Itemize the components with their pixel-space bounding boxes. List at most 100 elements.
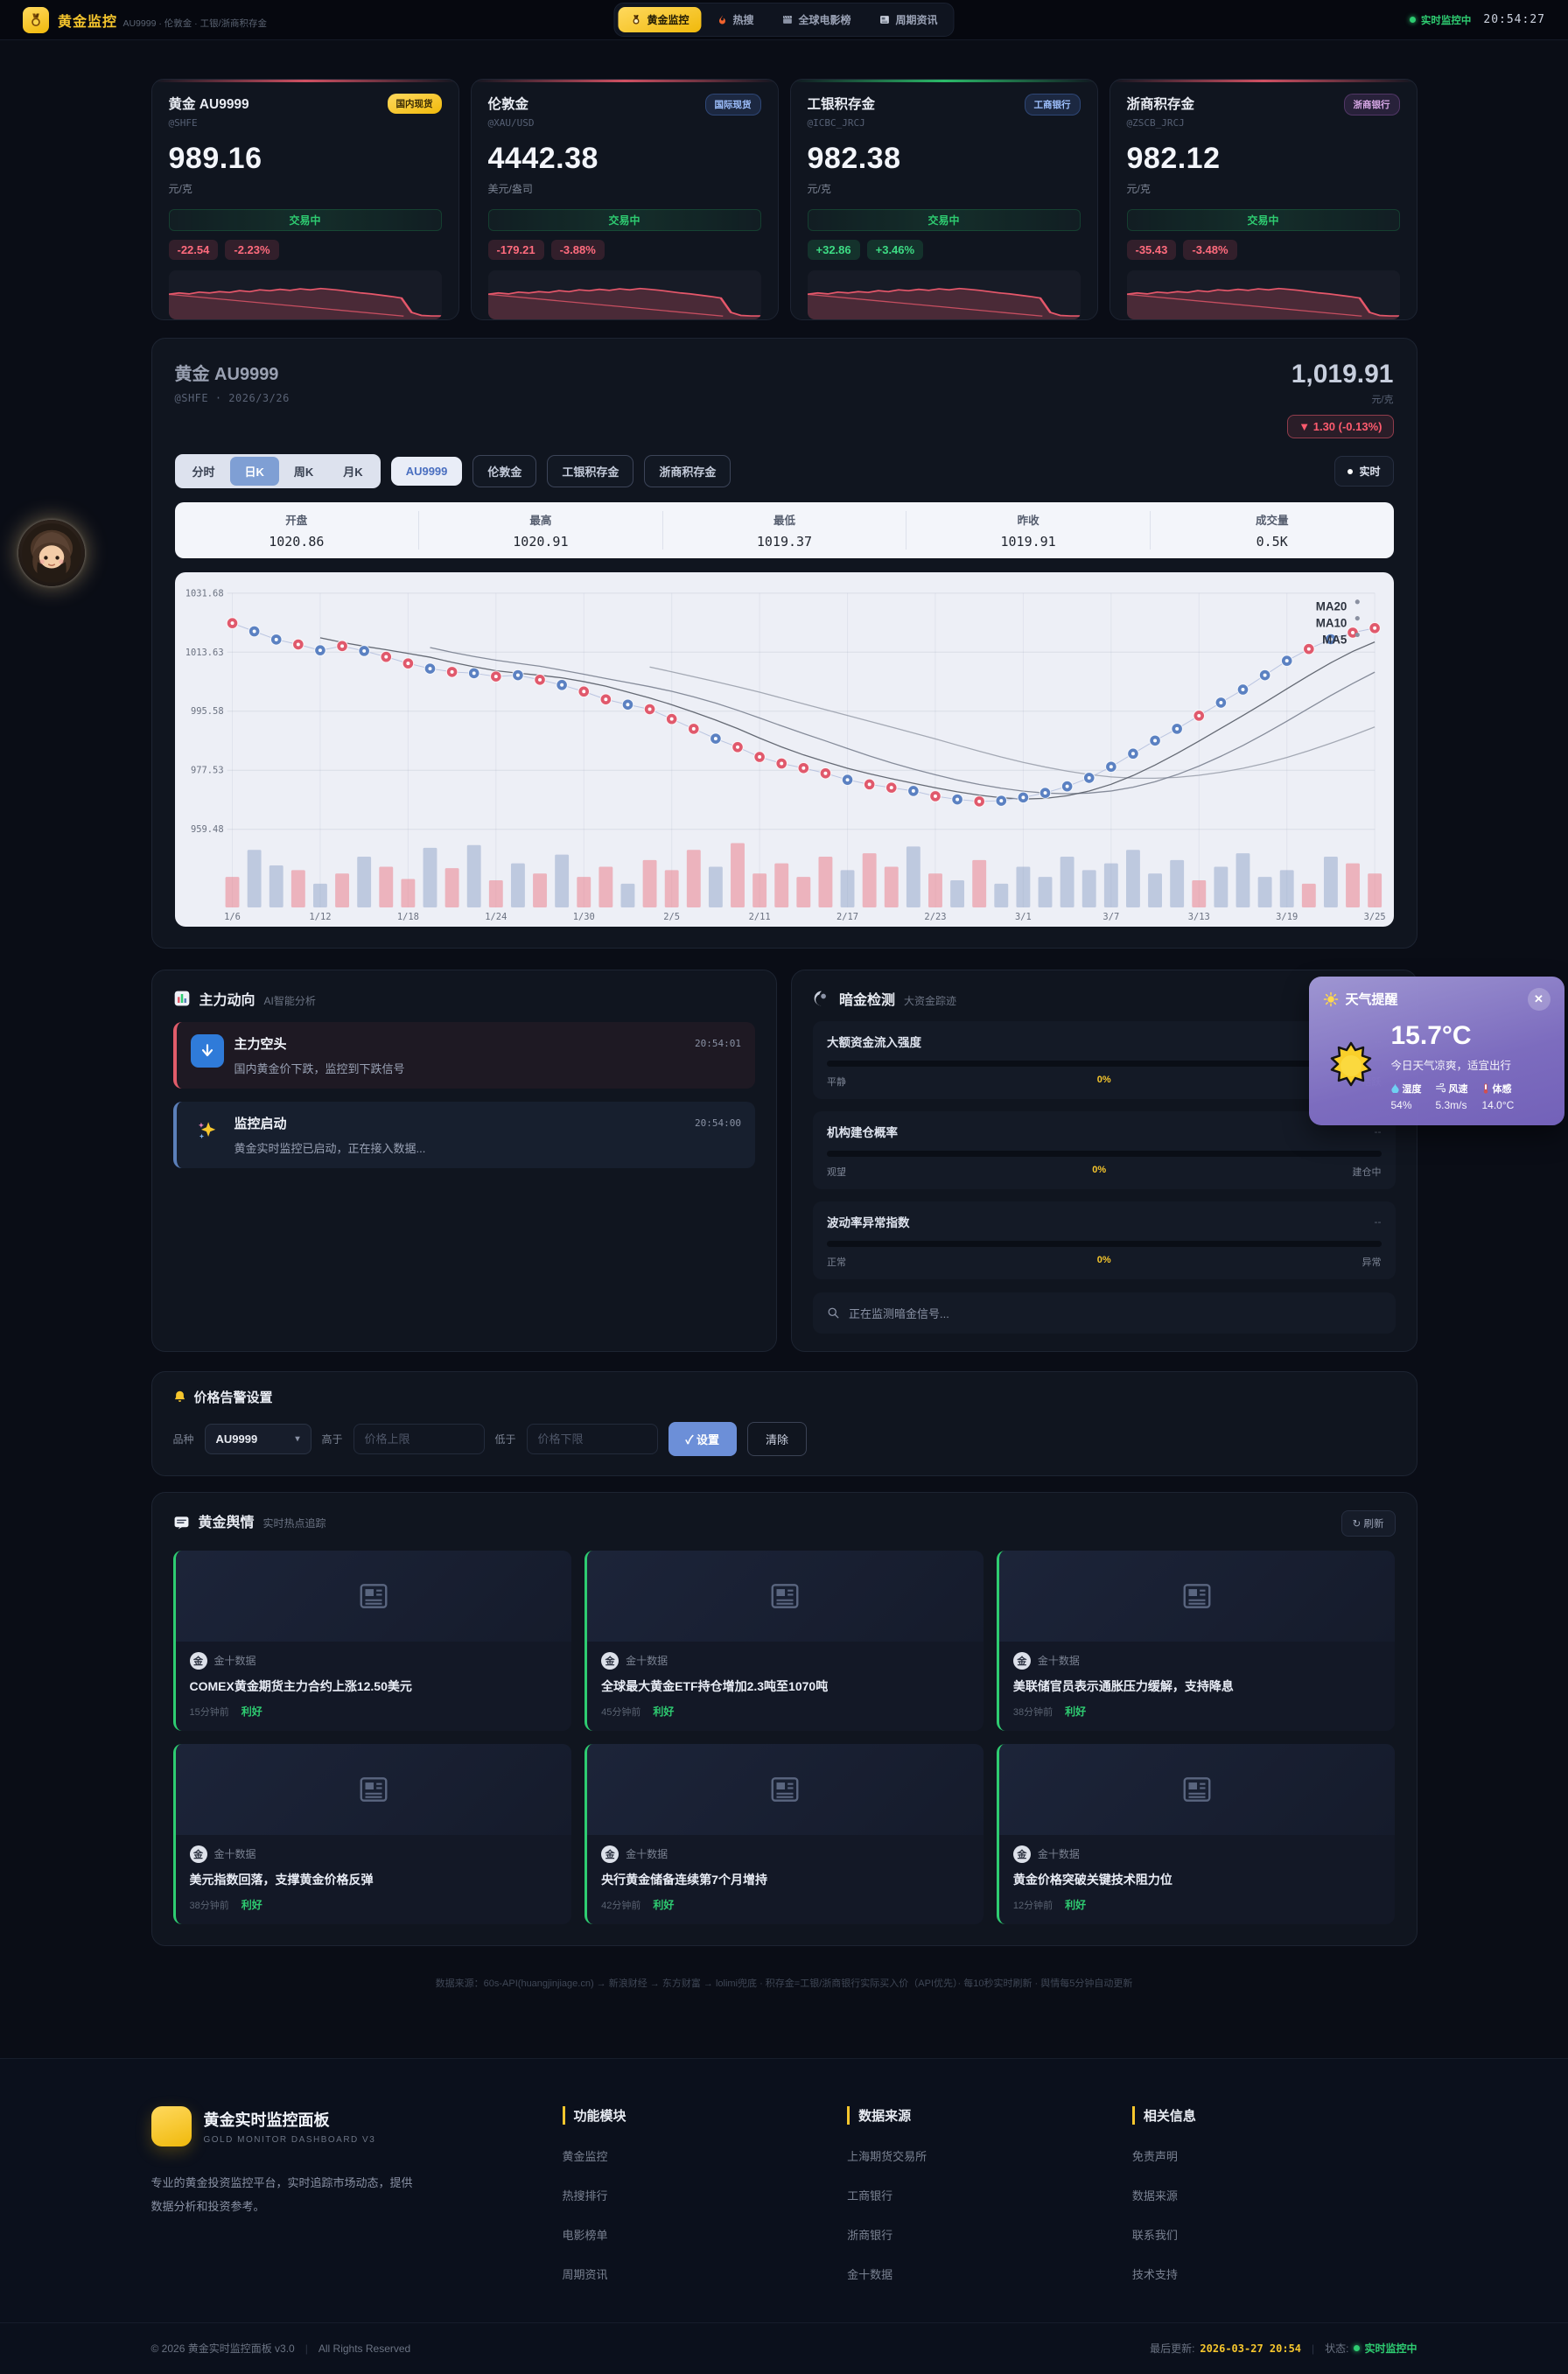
rights: All Rights Reserved bbox=[318, 2342, 410, 2355]
svg-text:1/30: 1/30 bbox=[572, 912, 594, 922]
chart-change-badge: ▼ 1.30 (-0.13%) bbox=[1287, 415, 1393, 438]
footer-link[interactable]: 工商银行 bbox=[847, 2187, 1132, 2203]
footer-link[interactable]: 免责声明 bbox=[1132, 2147, 1418, 2164]
session-badge: 交易中 bbox=[169, 209, 442, 231]
sun-small-icon bbox=[1323, 991, 1339, 1007]
clear-alert-button[interactable]: 清除 bbox=[747, 1422, 807, 1456]
news-item[interactable]: 金金十数据 美元指数回落，支撑黄金价格反弹 38分钟前利好 bbox=[173, 1744, 572, 1924]
session-badge: 交易中 bbox=[808, 209, 1081, 231]
news-thumbnail bbox=[587, 1744, 984, 1835]
message-icon bbox=[173, 1515, 190, 1531]
avatar-girl-icon bbox=[21, 522, 82, 584]
nav-status-area: 实时监控中 20:54:27 bbox=[1410, 13, 1545, 27]
news-tag: 利好 bbox=[242, 1899, 262, 1911]
stat-card-icbc-gold: 工银积存金 @ICBC_JRCJ 工商银行 982.38 元/克 交易中 +32… bbox=[790, 79, 1098, 320]
footer-link[interactable]: 上海期货交易所 bbox=[847, 2147, 1132, 2164]
brand: 黄金监控 AU9999 · 伦敦金 · 工银/浙商积存金 bbox=[23, 7, 267, 33]
close-icon[interactable]: ✕ bbox=[1528, 988, 1550, 1011]
stat-title: 工银积存金 bbox=[808, 94, 876, 113]
panel-title: 主力动向 bbox=[200, 988, 256, 1009]
stat-code: @SHFE bbox=[169, 117, 249, 129]
footer-link[interactable]: 技术支持 bbox=[1132, 2265, 1418, 2282]
footer-logo bbox=[151, 2106, 192, 2146]
nav-tab-global-movies[interactable]: 全球电影榜 bbox=[770, 7, 864, 32]
ohlc-stats-bar: 开盘1020.86 最高1020.91 最低1019.37 昨收1019.91 … bbox=[175, 502, 1394, 558]
variety-select[interactable]: AU9999 ▾ bbox=[205, 1424, 312, 1454]
footer-link[interactable]: 数据来源 bbox=[1132, 2187, 1418, 2203]
svg-text:1/24: 1/24 bbox=[485, 912, 507, 922]
svg-text:995.58: 995.58 bbox=[191, 706, 224, 717]
news-subtitle: 实时热点追踪 bbox=[263, 1516, 326, 1530]
signal-time: 20:54:01 bbox=[695, 1038, 741, 1049]
signal-item-short[interactable]: 主力空头 20:54:01 国内黄金价下跌，监控到下跌信号 bbox=[173, 1022, 756, 1089]
newspaper-icon bbox=[768, 1579, 802, 1613]
news-item[interactable]: 金金十数据 黄金价格突破关键技术阻力位 12分钟前利好 bbox=[997, 1744, 1396, 1924]
assistant-avatar[interactable] bbox=[18, 520, 85, 586]
bell-icon bbox=[173, 1390, 186, 1404]
live-status: 实时监控中 bbox=[1410, 13, 1472, 27]
stat-price: 4442.38 bbox=[488, 142, 761, 176]
source-badge: 金 bbox=[190, 1845, 207, 1863]
stat-unit: 元/克 bbox=[808, 181, 1081, 196]
stat-card-au9999: 黄金 AU9999 @SHFE 国内现货 989.16 元/克 交易中 -22.… bbox=[151, 79, 459, 320]
nav-tab-cycle-news[interactable]: 周期资讯 bbox=[867, 7, 950, 32]
symbol-tab-icbc[interactable]: 工银积存金 bbox=[547, 455, 634, 487]
refresh-button[interactable]: ↻ 刷新 bbox=[1341, 1510, 1396, 1537]
stat-label: 成交量 bbox=[1151, 511, 1394, 528]
footer-col-modules: 功能模块 黄金监控 热搜排行 电影榜单 周期资讯 bbox=[563, 2106, 848, 2282]
chevron-down-icon: ▾ bbox=[295, 1434, 299, 1444]
realtime-badge: 实时 bbox=[1334, 456, 1393, 487]
updated-time: 2026-03-27 20:54 bbox=[1200, 2342, 1301, 2355]
stat-card-row: 黄金 AU9999 @SHFE 国内现货 989.16 元/克 交易中 -22.… bbox=[151, 79, 1418, 320]
footer-link[interactable]: 黄金监控 bbox=[563, 2147, 848, 2164]
signal-title: 主力空头 bbox=[234, 1034, 287, 1053]
svg-text:3/13: 3/13 bbox=[1187, 912, 1209, 922]
svg-text:977.53: 977.53 bbox=[191, 766, 224, 776]
session-badge: 交易中 bbox=[488, 209, 761, 231]
symbol-tab-au9999[interactable]: AU9999 bbox=[391, 457, 463, 486]
news-time: 15分钟前 bbox=[190, 1707, 229, 1718]
swirl-icon bbox=[813, 990, 830, 1007]
signal-item-monitor-start[interactable]: 监控启动 20:54:00 黄金实时监控已启动，正在接入数据... bbox=[173, 1102, 756, 1168]
news-item[interactable]: 金金十数据 央行黄金储备连续第7个月增持 42分钟前利好 bbox=[584, 1744, 984, 1924]
svg-text:2/5: 2/5 bbox=[663, 912, 680, 922]
footer-link[interactable]: 热搜排行 bbox=[563, 2187, 848, 2203]
nav-tab-gold-monitor[interactable]: 黄金监控 bbox=[618, 7, 701, 32]
nav-tab-hot-search[interactable]: 热搜 bbox=[704, 7, 766, 32]
news-item[interactable]: 金金十数据 美联储官员表示通胀压力缓解，支持降息 38分钟前利好 bbox=[997, 1551, 1396, 1731]
svg-text:3/25: 3/25 bbox=[1363, 912, 1385, 922]
footer-link[interactable]: 周期资讯 bbox=[563, 2265, 848, 2282]
wind-icon bbox=[1436, 1083, 1446, 1093]
news-headline: COMEX黄金期货主力合约上涨12.50美元 bbox=[190, 1677, 558, 1695]
market-badge: 国内现货 bbox=[388, 94, 442, 114]
set-alert-button[interactable]: ✓ 设置 bbox=[668, 1422, 738, 1456]
progress-bar bbox=[827, 1151, 1382, 1157]
lower-price-input[interactable] bbox=[527, 1424, 658, 1454]
svg-text:1/18: 1/18 bbox=[396, 912, 418, 922]
upper-price-input[interactable] bbox=[354, 1424, 485, 1454]
scan-status: 正在监测暗金信号... bbox=[813, 1292, 1396, 1334]
stat-value: 0.5K bbox=[1151, 534, 1394, 550]
news-item[interactable]: 金金十数据 全球最大黄金ETF持仓增加2.3吨至1070吨 45分钟前利好 bbox=[584, 1551, 984, 1731]
footer-link[interactable]: 金十数据 bbox=[847, 2265, 1132, 2282]
footer-link[interactable]: 联系我们 bbox=[1132, 2226, 1418, 2243]
app-logo bbox=[23, 7, 49, 33]
price-chart[interactable]: 1031.681013.63995.58977.53959.481/61/121… bbox=[175, 572, 1394, 927]
footer-link[interactable]: 浙商银行 bbox=[847, 2226, 1132, 2243]
symbol-tab-london[interactable]: 伦敦金 bbox=[472, 455, 536, 487]
news-tag: 利好 bbox=[653, 1705, 674, 1718]
period-tab-minute[interactable]: 分时 bbox=[178, 457, 230, 486]
footer-link[interactable]: 电影榜单 bbox=[563, 2226, 848, 2243]
footer-brand-title: 黄金实时监控面板 bbox=[204, 2108, 376, 2131]
news-grid: 金金十数据 COMEX黄金期货主力合约上涨12.50美元 15分钟前利好 金金十… bbox=[173, 1551, 1396, 1924]
period-tab-weekly[interactable]: 周K bbox=[279, 457, 328, 486]
period-tab-monthly[interactable]: 月K bbox=[328, 457, 377, 486]
svg-text:2/11: 2/11 bbox=[748, 912, 770, 922]
period-tab-daily[interactable]: 日K bbox=[230, 457, 279, 486]
sparkline-chart bbox=[488, 270, 761, 319]
symbol-tab-zscb[interactable]: 浙商积存金 bbox=[644, 455, 731, 487]
news-item[interactable]: 金金十数据 COMEX黄金期货主力合约上涨12.50美元 15分钟前利好 bbox=[173, 1551, 572, 1731]
news-headline: 黄金价格突破关键技术阻力位 bbox=[1013, 1871, 1382, 1888]
change-pct-chip: -2.23% bbox=[225, 240, 278, 260]
chart-current-price: 1,019.91 bbox=[1292, 360, 1394, 389]
